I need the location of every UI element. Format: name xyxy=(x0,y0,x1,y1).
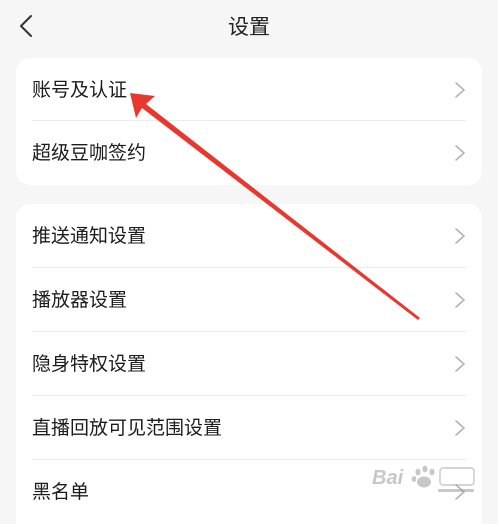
page-title: 设置 xyxy=(228,15,270,39)
settings-item-label: 隐身特权设置 xyxy=(32,353,147,375)
settings-item-label: 黑名单 xyxy=(32,481,90,503)
chevron-right-icon xyxy=(455,420,465,436)
chevron-right-icon xyxy=(455,145,465,161)
settings-item-label: 账号及认证 xyxy=(32,79,128,101)
settings-item-invisible-privilege[interactable]: 隐身特权设置 xyxy=(16,332,482,396)
settings-item-label: 直播回放可见范围设置 xyxy=(32,417,223,439)
chevron-right-icon xyxy=(455,82,465,98)
settings-item-label: 播放器设置 xyxy=(32,289,128,311)
settings-item-label: 推送通知设置 xyxy=(32,225,147,247)
settings-item-account-auth[interactable]: 账号及认证 xyxy=(16,58,482,121)
settings-item-blacklist[interactable]: 黑名单 xyxy=(16,460,482,524)
settings-item-super-douka-contract[interactable]: 超级豆咖签约 xyxy=(16,121,482,185)
settings-item-label: 超级豆咖签约 xyxy=(32,142,147,164)
chevron-right-icon xyxy=(455,484,465,500)
top-bar: 设置 xyxy=(0,0,498,54)
settings-item-player[interactable]: 播放器设置 xyxy=(16,268,482,332)
chevron-right-icon xyxy=(455,356,465,372)
chevron-right-icon xyxy=(455,292,465,308)
settings-item-replay-visibility[interactable]: 直播回放可见范围设置 xyxy=(16,396,482,460)
settings-item-push-notification[interactable]: 推送通知设置 xyxy=(16,204,482,268)
chevron-right-icon xyxy=(455,228,465,244)
settings-group-account: 账号及认证 超级豆咖签约 xyxy=(16,58,482,185)
settings-group-general: 推送通知设置 播放器设置 隐身特权设置 直播回放可见范围设置 黑名单 xyxy=(16,204,482,524)
